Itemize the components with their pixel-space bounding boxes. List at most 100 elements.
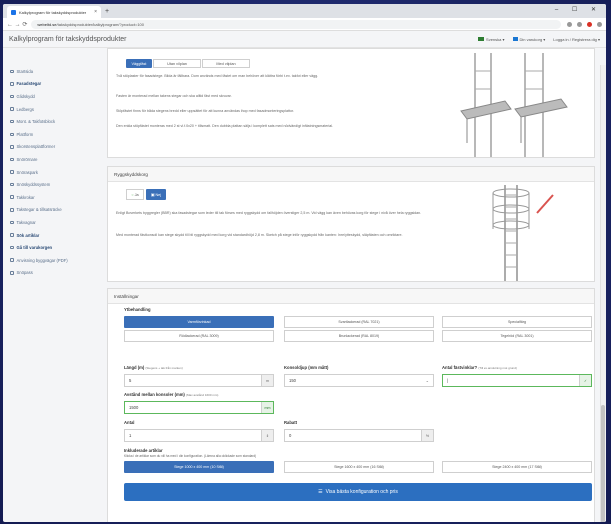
surface-option-4[interactable]: Rödlackerad (RAL 3009) bbox=[124, 330, 274, 342]
cart-label: Din varukorg ▾ bbox=[519, 36, 546, 42]
sidebar-item[interactable]: Fasadstegar bbox=[3, 78, 101, 91]
menu-icon[interactable] bbox=[597, 21, 602, 27]
mount-text-2: Fasten är monterad mellan takens stegar … bbox=[116, 94, 232, 98]
length-input[interactable]: 5m bbox=[124, 374, 274, 387]
check-icon: ▣ bbox=[150, 193, 155, 197]
search-icon bbox=[10, 233, 14, 237]
cage-no-label: Nej bbox=[155, 192, 162, 197]
page-scrollbar[interactable] bbox=[600, 65, 606, 522]
count-input[interactable]: | ✓ bbox=[442, 374, 592, 387]
sidebar-item[interactable]: Ledbergs bbox=[3, 103, 101, 116]
cart-link[interactable]: Din varukorg ▾ bbox=[512, 36, 546, 42]
language-link[interactable]: Svenska ▾ bbox=[478, 37, 505, 42]
browser-tab[interactable]: Kalkylprogram för takskyddsprodukter × bbox=[7, 6, 101, 18]
incl-option-1[interactable]: Stege 1000 x 400 mm (10 Stål) bbox=[124, 461, 274, 473]
sidebar-label: Snöraspark bbox=[16, 169, 38, 175]
show-config-label: Visa bästa konfiguration och pris bbox=[325, 489, 398, 495]
close-tab-icon[interactable]: × bbox=[94, 9, 97, 15]
sidebar-item[interactable]: Snöpass bbox=[3, 267, 101, 280]
browser-window: Kalkylprogram för takskyddsprodukter × +… bbox=[3, 4, 606, 522]
surface-option-6[interactable]: Tegelröd (RAL 3001) bbox=[442, 330, 592, 342]
sidebar-item[interactable]: Skorstensplattformer bbox=[3, 141, 101, 154]
gear-icon bbox=[10, 157, 14, 162]
show-config-button[interactable]: ☰ Visa bästa konfiguration och pris bbox=[124, 483, 592, 501]
rabatt-label: Rabatt bbox=[284, 420, 298, 425]
sidebar-label: Ledbergs bbox=[16, 106, 34, 112]
sidebar-item[interactable]: Plattform bbox=[3, 128, 101, 141]
surface-option-3[interactable]: Specialfärg bbox=[442, 316, 592, 328]
length-hint: (Stegens + tak från marken) bbox=[145, 366, 183, 370]
cage-yes-label: Ja bbox=[134, 192, 139, 197]
dist-label-text: Avstånd mellan konsoler (mm) bbox=[124, 392, 185, 397]
sidebar-item[interactable]: Gå till varukorgen bbox=[3, 241, 101, 254]
console-select[interactable]: 150 ⌄ bbox=[284, 374, 434, 387]
address-bar-row: ← → ⟳ webeltd.se /takskyddsprodukter/kal… bbox=[3, 18, 606, 31]
url-host: webeltd.se bbox=[37, 21, 57, 27]
nav-buttons[interactable]: ← → ⟳ bbox=[7, 21, 27, 28]
dist-value: 1500 bbox=[129, 405, 139, 410]
extensions bbox=[567, 21, 602, 27]
sidebar: Startsida Fasadstegar Glidskydd Ledbergs… bbox=[3, 65, 101, 522]
mount-card: Väggfäst Utan vilplan Med vilplan Två st… bbox=[107, 48, 595, 158]
rabatt-input[interactable]: 0% bbox=[284, 429, 434, 442]
dist-input[interactable]: 1500 mm bbox=[124, 401, 274, 414]
sidebar-item[interactable]: Takstegar & tillsatsräcke bbox=[3, 204, 101, 217]
incl-label: Inkluderade artiklar bbox=[124, 448, 163, 453]
url-field[interactable]: webeltd.se /takskyddsprodukter/kalkylpro… bbox=[31, 19, 561, 29]
cage-text-1: Enligt Boverkets byggregler (BBR) ska fa… bbox=[116, 211, 422, 215]
sidebar-item[interactable]: Snöskyddssystem bbox=[3, 178, 101, 191]
settings-card: Inställningar Ytbehandling Varmförzinkad… bbox=[107, 288, 595, 522]
sidebar-item[interactable]: Anvisning byggvägar (PDF) bbox=[3, 254, 101, 267]
tab-wall[interactable]: Väggfäst bbox=[126, 59, 152, 68]
sidebar-item[interactable]: Snörörnare bbox=[3, 153, 101, 166]
sidebar-label: Snöskyddssystem bbox=[16, 182, 51, 188]
gear-icon bbox=[10, 94, 14, 99]
cage-heading: Ryggskyddskorg bbox=[108, 167, 594, 182]
sidebar-label: Plattform bbox=[16, 131, 34, 137]
sidebar-label: Takstegar & tillsatsräcke bbox=[16, 207, 62, 213]
length-label-text: Längd (m) bbox=[124, 365, 145, 370]
chevron-down-icon: ⌄ bbox=[425, 378, 429, 383]
tab-strip: Kalkylprogram för takskyddsprodukter × +… bbox=[3, 4, 606, 18]
sidebar-item[interactable]: Glidskydd bbox=[3, 90, 101, 103]
sidebar-item[interactable]: Takvagnar bbox=[3, 216, 101, 229]
home-icon bbox=[10, 69, 14, 74]
antal-label: Antal bbox=[124, 420, 135, 425]
login-link[interactable]: Logga in / Registrera dig ▾ bbox=[553, 37, 600, 42]
cage-card: Ryggskyddskorg ○ Ja ▣ Nej Enligt Boverkets… bbox=[107, 166, 595, 282]
cage-yes-button[interactable]: ○ Ja bbox=[126, 189, 144, 200]
sidebar-label: Fasadstegar bbox=[16, 81, 42, 87]
list-icon: ☰ bbox=[318, 489, 323, 495]
window-controls[interactable]: – ☐ ✕ bbox=[555, 6, 602, 13]
incl-option-2[interactable]: Stege 1600 x 400 mm (16 Stål) bbox=[284, 461, 434, 473]
cart-icon bbox=[10, 245, 14, 250]
surface-option-5[interactable]: Brunlackerad (RAL 8019) bbox=[284, 330, 434, 342]
console-value: 150 bbox=[289, 378, 296, 383]
surface-option-2[interactable]: Svartlackerad (RAL 7021) bbox=[284, 316, 434, 328]
sidebar-label: Startsida bbox=[16, 68, 34, 74]
antal-input[interactable]: 1 ⇕ bbox=[124, 429, 274, 442]
count-label-text: Antal fästvinklar? bbox=[442, 365, 478, 370]
sidebar-item[interactable]: Startsida bbox=[3, 65, 101, 78]
main-content: Väggfäst Utan vilplan Med vilplan Två st… bbox=[107, 48, 595, 522]
count-value: | bbox=[447, 378, 449, 383]
sidebar-item[interactable]: Snöraspark bbox=[3, 166, 101, 179]
extension-icon[interactable] bbox=[567, 21, 572, 27]
incl-option-3[interactable]: Stege 2400 x 400 mm (17 Stål) bbox=[442, 461, 592, 473]
antal-value: 1 bbox=[129, 433, 132, 438]
tab-without-rest[interactable]: Utan vilplan bbox=[153, 59, 201, 68]
mount-illustration bbox=[453, 53, 571, 157]
profile-icon[interactable] bbox=[587, 21, 592, 27]
sidebar-item[interactable]: Sök artiklar bbox=[3, 229, 101, 242]
tab-with-rest[interactable]: Med vilplan bbox=[202, 59, 250, 68]
surface-option-1[interactable]: Varmförzinkad bbox=[124, 316, 274, 328]
stepper-icon[interactable]: ⇕ bbox=[261, 430, 273, 441]
scrollbar-thumb[interactable] bbox=[601, 405, 605, 522]
count-label: Antal fästvinklar? (Till ex.anslutning m… bbox=[442, 365, 517, 370]
new-tab-button[interactable]: + bbox=[105, 6, 109, 18]
sidebar-item[interactable]: Mont. & Takfotsblock bbox=[3, 115, 101, 128]
cage-no-button[interactable]: ▣ Nej bbox=[146, 189, 166, 200]
extension-icon[interactable] bbox=[577, 21, 582, 27]
dist-label: Avstånd mellan konsoler (mm) (Max avstån… bbox=[124, 392, 218, 397]
sidebar-item[interactable]: Takkrokar bbox=[3, 191, 101, 204]
